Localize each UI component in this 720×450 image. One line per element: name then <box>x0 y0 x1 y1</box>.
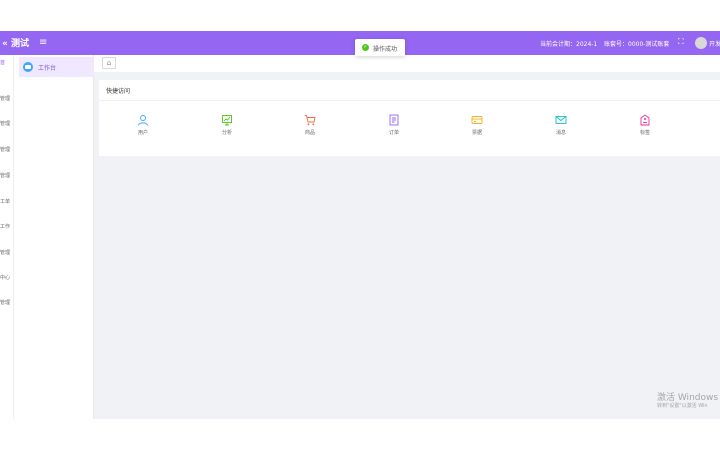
menu-item[interactable]: 管理 <box>0 146 10 153</box>
quick-access-card: 快捷访问 用户 分析 商品 订单 票据 消息 标签 <box>99 80 720 156</box>
quick-analysis[interactable]: 分析 <box>207 114 247 144</box>
card-title: 快捷访问 <box>106 88 131 95</box>
quick-user[interactable]: 用户 <box>123 114 163 144</box>
hamburger-icon[interactable]: ≡ <box>39 36 47 50</box>
tab-bar: ⌂ <box>94 55 720 72</box>
workbench-icon <box>23 62 33 72</box>
quick-label: 商品 <box>304 130 315 136</box>
quick-label: 消息 <box>555 130 566 136</box>
avatar[interactable] <box>695 37 707 49</box>
toast-message: 操作成功 <box>373 46 398 53</box>
menu-item[interactable]: 中心 <box>0 274 10 281</box>
app-viewport: « 测试 ≡ 当前会计期：2024-1 账套号：0000-测试账套 ⛶ 开发 ✓… <box>0 0 720 450</box>
accounting-period: 当前会计期：2024-1 <box>540 41 598 48</box>
quick-label: 标签 <box>639 130 650 136</box>
menu-item[interactable]: 工作 <box>0 223 10 230</box>
main-menu: 首 管理 管理 管理 管理 工单 工作 管理 中心 管理 <box>0 55 14 419</box>
menu-item-home[interactable]: 首 <box>0 59 5 66</box>
menu-item[interactable]: 管理 <box>0 95 10 102</box>
menu-item[interactable]: 管理 <box>0 120 10 127</box>
success-toast: ✓ 操作成功 <box>355 39 405 56</box>
divider <box>99 100 720 101</box>
cart-icon <box>304 115 316 126</box>
quick-bills[interactable]: 票据 <box>457 114 497 144</box>
sub-sidebar: 工作台 <box>14 55 107 419</box>
menu-item[interactable]: 管理 <box>0 299 10 306</box>
windows-watermark-subtitle: 转到"设置"以激活 Win <box>657 403 708 409</box>
quick-tags[interactable]: 标签 <box>625 114 665 144</box>
user-icon <box>138 115 148 126</box>
quick-label: 票据 <box>471 130 482 136</box>
menu-item[interactable]: 工单 <box>0 198 10 205</box>
quick-orders[interactable]: 订单 <box>374 114 414 144</box>
main-content: ⌂ 快捷访问 用户 分析 商品 订单 票据 消息 标签 <box>94 55 720 419</box>
home-icon[interactable]: ⌂ <box>102 57 116 69</box>
fullscreen-icon[interactable]: ⛶ <box>678 37 684 47</box>
quick-messages[interactable]: 消息 <box>541 114 581 144</box>
account-set[interactable]: 账套号：0000-测试账套 <box>604 39 669 48</box>
username[interactable]: 开发 <box>709 39 720 48</box>
mail-icon <box>555 116 567 124</box>
sidebar-item-label: 工作台 <box>38 65 57 72</box>
menu-item[interactable]: 管理 <box>0 249 10 256</box>
analysis-icon <box>222 115 232 126</box>
app-logo[interactable]: « 测试 <box>2 36 29 49</box>
quick-label: 用户 <box>137 130 148 136</box>
quick-label: 分析 <box>221 130 232 136</box>
success-check-icon: ✓ <box>362 44 369 51</box>
tag-icon <box>640 114 650 126</box>
order-icon <box>389 114 399 126</box>
menu-item[interactable]: 管理 <box>0 172 10 179</box>
quick-products[interactable]: 商品 <box>290 114 330 144</box>
quick-label: 订单 <box>388 130 399 136</box>
card-icon <box>471 116 483 124</box>
